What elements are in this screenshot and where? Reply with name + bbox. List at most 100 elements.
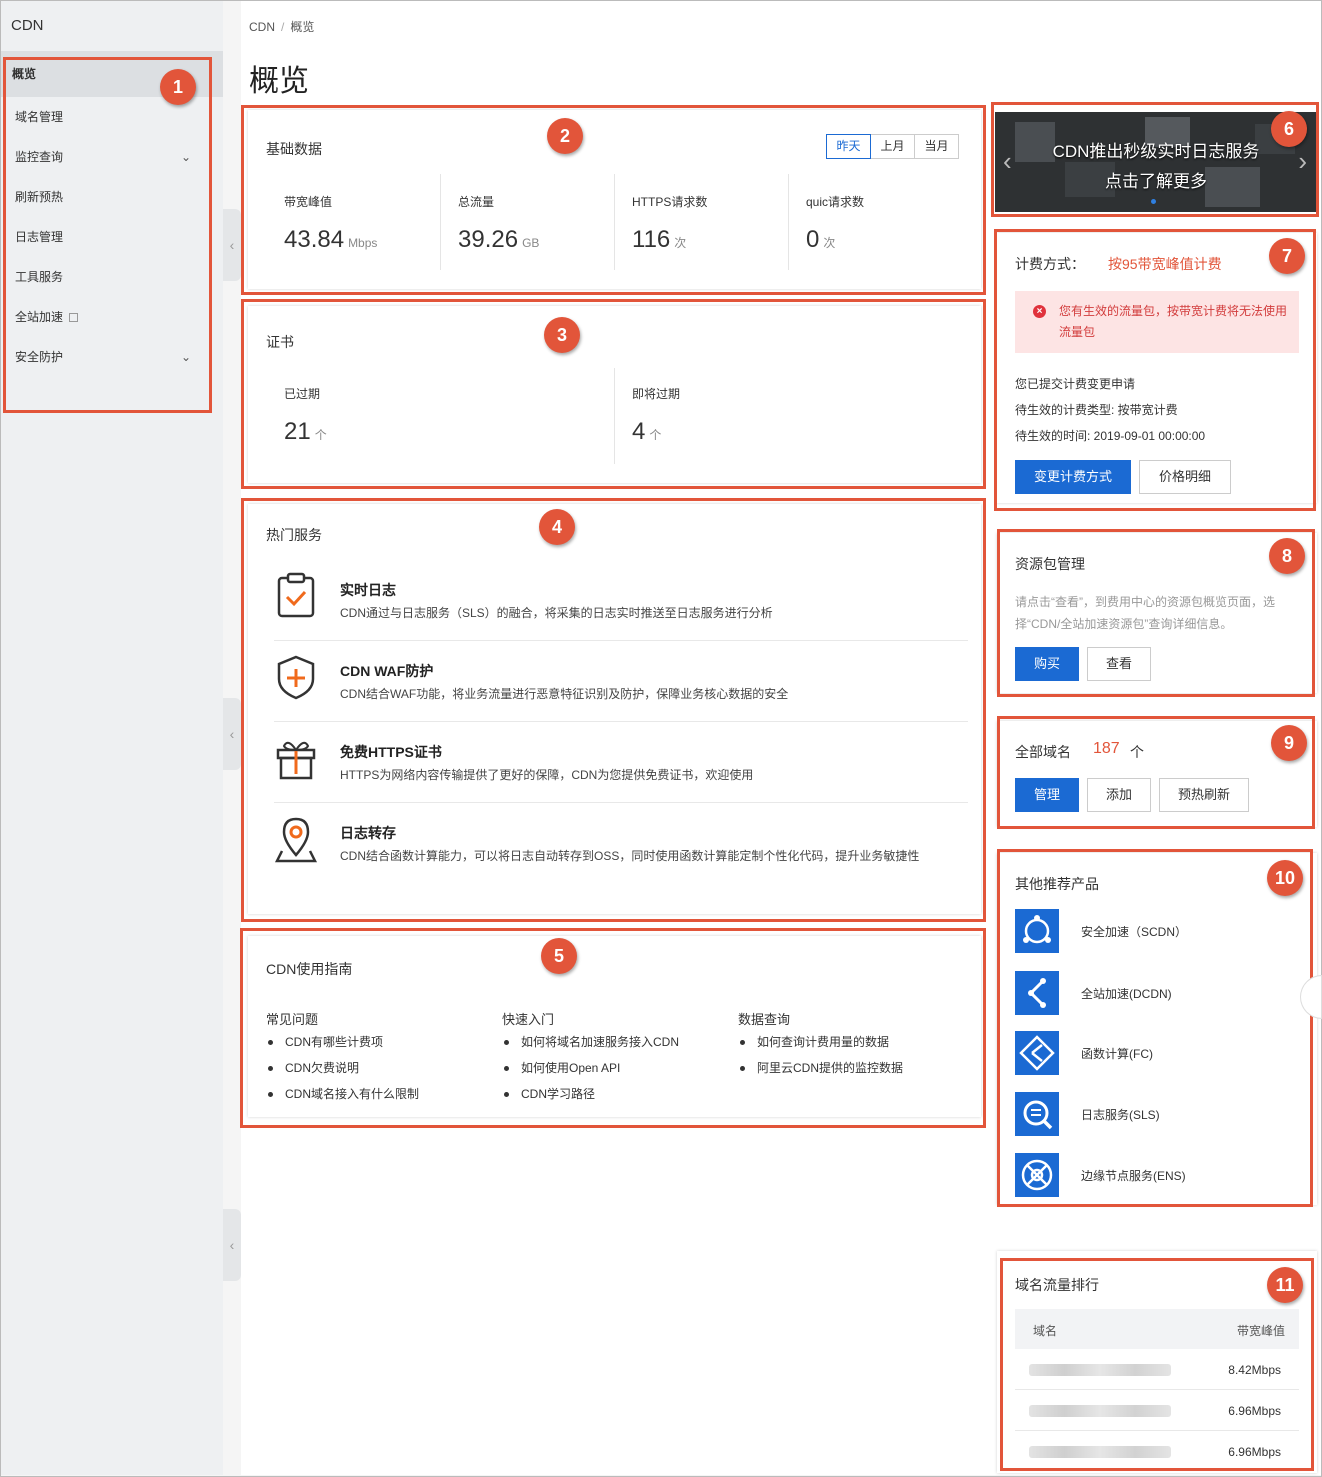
range-yesterday-button[interactable]: 昨天 <box>826 134 871 159</box>
clipboard-check-icon <box>277 572 315 618</box>
callout-badge: 11 <box>1267 1267 1303 1303</box>
dcdn-icon <box>1015 971 1059 1015</box>
sidebar-item-monitoring[interactable]: 监控查询 ⌄ <box>1 137 223 177</box>
guide-link[interactable]: CDN学习路径 <box>502 1083 679 1109</box>
billing-method: 按95带宽峰值计费 <box>1108 256 1222 272</box>
guide-column-faq: 常见问题 CDN有哪些计费项 CDN欠费说明 CDN域名接入有什么限制 <box>266 1009 419 1109</box>
stat-label: 即将过期 <box>632 387 681 401</box>
table-row[interactable]: 8.42Mbps <box>1015 1349 1299 1390</box>
product-item-scdn[interactable]: 安全加速（SCDN） <box>1015 909 1305 953</box>
sidebar-item-refresh[interactable]: 刷新预热 <box>1 177 223 217</box>
edge-node-icon <box>1015 1153 1059 1197</box>
breadcrumb-current: 概览 <box>290 20 315 34</box>
product-name: 函数计算(FC) <box>1081 1047 1153 1061</box>
row-bandwidth: 8.42Mbps <box>1228 1363 1281 1377</box>
sidebar-item-label: 全站加速 <box>15 310 64 324</box>
view-button[interactable]: 查看 <box>1087 647 1151 681</box>
card-title: 域名流量排行 <box>1015 1277 1099 1293</box>
card-title: 其他推荐产品 <box>1015 876 1099 892</box>
stat-value: 43.84 <box>284 226 345 253</box>
divider <box>614 174 615 270</box>
range-last-month-button[interactable]: 上月 <box>870 134 915 159</box>
guide-link[interactable]: CDN有哪些计费项 <box>266 1031 419 1057</box>
location-pin-icon <box>274 817 318 863</box>
collapse-handle[interactable]: ‹ <box>223 1209 241 1281</box>
guide-column-quickstart: 快速入门 如何将域名加速服务接入CDN 如何使用Open API CDN学习路径 <box>502 1009 679 1109</box>
service-item-https-cert[interactable]: 免费HTTPS证书 HTTPS为网络内容传输提供了更好的保障，CDN为您提供免费… <box>274 722 968 803</box>
sidebar-item-security[interactable]: 安全防护 ⌄ <box>1 337 223 377</box>
stat-value: 4 <box>632 418 646 445</box>
external-link-icon <box>69 313 79 322</box>
callout-badge: 1 <box>160 69 196 105</box>
collapse-handle[interactable]: ‹ <box>223 209 241 281</box>
chevron-left-icon[interactable]: ‹ <box>1003 146 1012 177</box>
product-item-fc[interactable]: 函数计算(FC) <box>1015 1031 1305 1075</box>
error-icon: × <box>1033 305 1046 318</box>
gift-icon <box>276 741 316 780</box>
sidebar-item-logs[interactable]: 日志管理 <box>1 217 223 257</box>
sidebar-item-label: 安全防护 <box>15 350 64 364</box>
manage-button[interactable]: 管理 <box>1015 778 1079 812</box>
stat-unit: 个 <box>314 428 327 442</box>
row-bandwidth: 6.96Mbps <box>1228 1445 1281 1459</box>
guide-link[interactable]: 阿里云CDN提供的监控数据 <box>738 1057 903 1083</box>
guide-link[interactable]: 如何将域名加速服务接入CDN <box>502 1031 679 1057</box>
add-domain-button[interactable]: 添加 <box>1087 778 1151 812</box>
sidebar-item-label: 工具服务 <box>15 270 64 284</box>
sidebar-item-domains[interactable]: 域名管理 <box>1 97 223 137</box>
sidebar-item-label: 日志管理 <box>15 230 64 244</box>
promo-banner[interactable]: CDN推出秒级实时日志服务 点击了解更多 ‹ › <box>995 112 1317 212</box>
callout-badge: 2 <box>547 118 583 154</box>
card-title: 热门服务 <box>266 527 322 543</box>
table-row[interactable]: 6.96Mbps <box>1015 1390 1299 1431</box>
sidebar-item-dcdn[interactable]: 全站加速 <box>1 297 223 337</box>
product-name: 日志服务(SLS) <box>1081 1108 1160 1122</box>
log-service-icon <box>1015 1092 1059 1136</box>
domains-count[interactable]: 187 <box>1093 740 1120 758</box>
product-item-dcdn[interactable]: 全站加速(DCDN) <box>1015 971 1305 1015</box>
carousel-dot[interactable] <box>1151 199 1156 204</box>
sidebar-item-label: 域名管理 <box>15 110 64 124</box>
sidebar-item-label: 监控查询 <box>15 150 64 164</box>
chevron-down-icon: ⌄ <box>180 350 191 364</box>
product-name: 全站加速(DCDN) <box>1081 987 1172 1001</box>
sidebar-item-tools[interactable]: 工具服务 <box>1 257 223 297</box>
service-item-waf[interactable]: CDN WAF防护 CDN结合WAF功能，将业务流量进行恶意特征识别及防护，保障… <box>274 641 968 722</box>
domains-unit: 个 <box>1130 744 1144 760</box>
table-row[interactable]: 6.96Mbps <box>1015 1431 1299 1472</box>
stat-label: quic请求数 <box>806 195 865 209</box>
change-billing-button[interactable]: 变更计费方式 <box>1015 460 1131 494</box>
prefetch-refresh-button[interactable]: 预热刷新 <box>1159 778 1249 812</box>
guide-link[interactable]: CDN欠费说明 <box>266 1057 419 1083</box>
stat-unit: 次 <box>674 236 687 250</box>
product-name: 安全加速（SCDN） <box>1081 925 1188 939</box>
callout-badge: 6 <box>1271 111 1307 147</box>
card-title: CDN使用指南 <box>266 961 353 977</box>
service-item-log-dump[interactable]: 日志转存 CDN结合函数计算能力，可以将日志自动转存到OSS，同时使用函数计算能… <box>274 803 968 903</box>
callout-badge: 7 <box>1269 238 1305 274</box>
billing-card: 计费方式： 按95带宽峰值计费 × 您有生效的流量包，按带宽计费将无法使用流量包… <box>997 233 1317 503</box>
stat-bandwidth-peak: 带宽峰值 43.84 Mbps <box>284 193 377 254</box>
date-range-selector: 昨天 上月 当月 <box>826 134 959 159</box>
price-detail-button[interactable]: 价格明细 <box>1139 460 1231 494</box>
certificate-card: 证书 已过期 21 个 即将过期 4个 <box>248 306 981 483</box>
service-item-realtime-log[interactable]: 实时日志 CDN通过与日志服务（SLS）的融合，将采集的日志实时推送至日志服务进… <box>274 560 968 641</box>
stat-value: 39.26 <box>458 226 519 253</box>
range-this-month-button[interactable]: 当月 <box>914 134 959 159</box>
chevron-right-icon[interactable]: › <box>1298 146 1307 177</box>
guide-link[interactable]: 如何查询计费用量的数据 <box>738 1031 903 1057</box>
collapse-handle[interactable]: ‹ <box>223 698 241 770</box>
breadcrumb-root[interactable]: CDN <box>249 20 275 34</box>
product-item-sls[interactable]: 日志服务(SLS) <box>1015 1092 1305 1136</box>
breadcrumb-separator: / <box>281 20 285 34</box>
guide-link[interactable]: CDN域名接入有什么限制 <box>266 1083 419 1109</box>
chevron-down-icon: ⌄ <box>180 150 191 164</box>
buy-button[interactable]: 购买 <box>1015 647 1079 681</box>
billing-info-line: 待生效的计费类型: 按带宽计费 <box>1015 403 1178 417</box>
guide-link[interactable]: 如何使用Open API <box>502 1057 679 1083</box>
card-title: 证书 <box>266 334 294 350</box>
product-item-ens[interactable]: 边缘节点服务(ENS) <box>1015 1153 1305 1197</box>
secure-acceleration-icon <box>1015 909 1059 953</box>
callout-badge: 8 <box>1269 538 1305 574</box>
all-domains-card: 全部域名 187 个 管理 添加 预热刷新 <box>997 721 1317 827</box>
